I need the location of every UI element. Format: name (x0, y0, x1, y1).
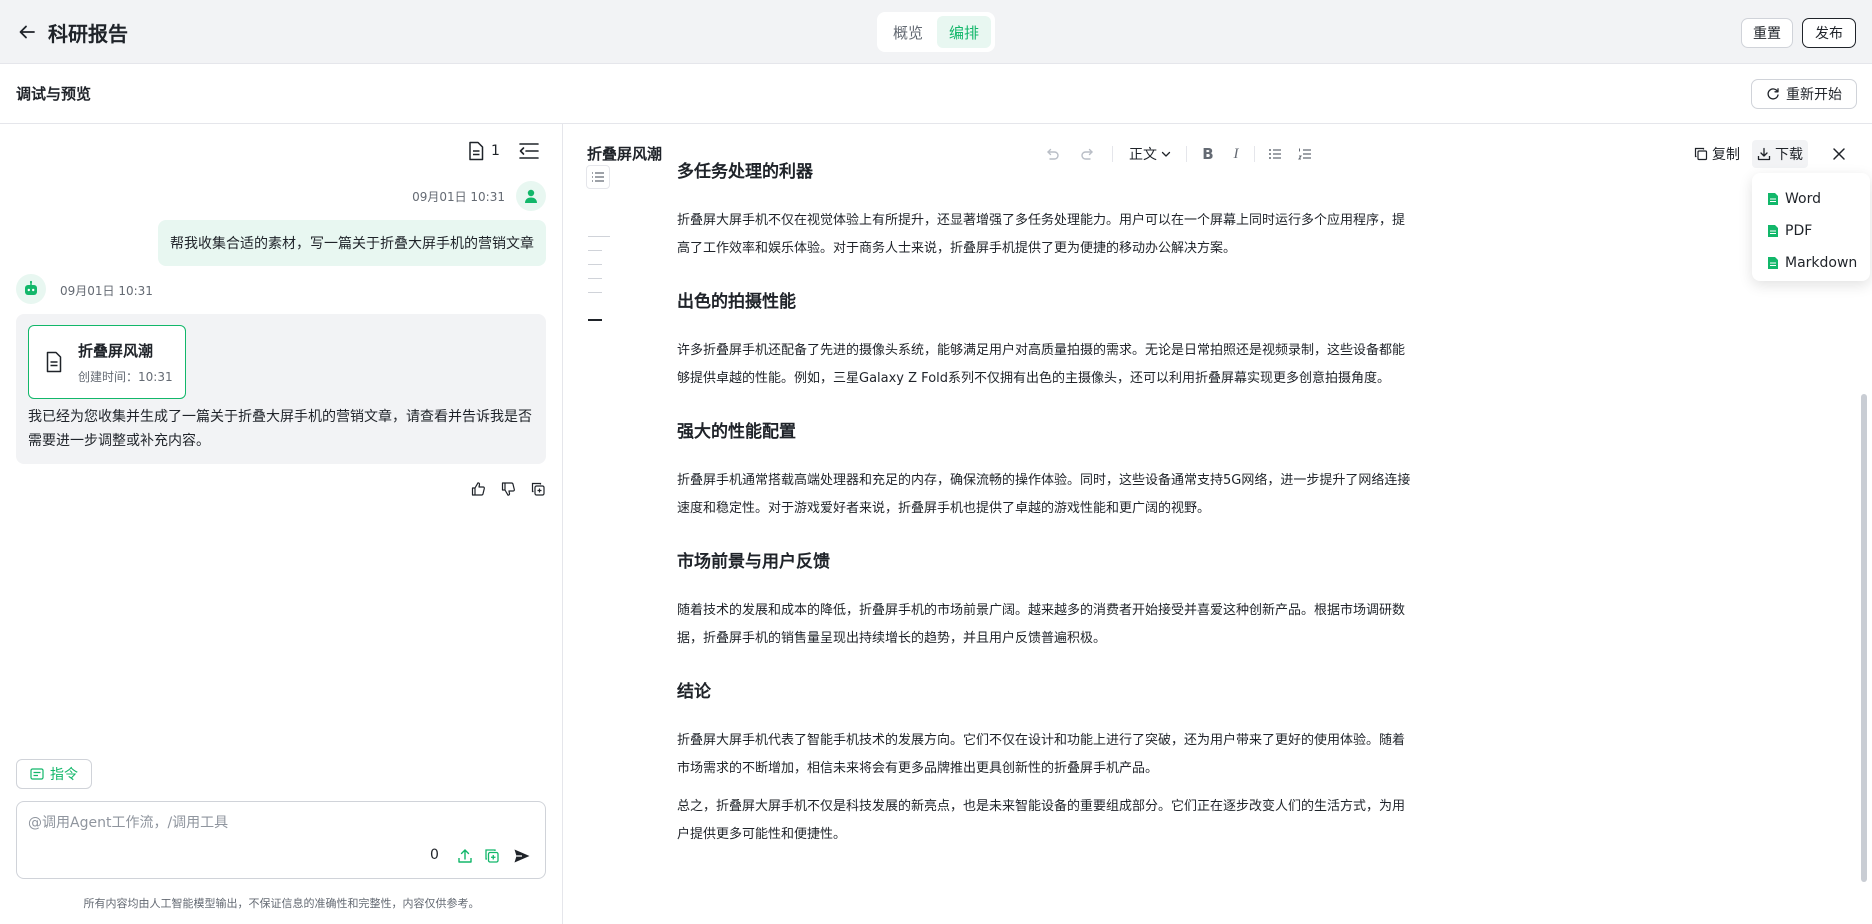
add-attachment-button[interactable] (482, 846, 502, 866)
thumbs-down-icon (501, 482, 515, 496)
bot-avatar (16, 274, 46, 304)
outline-item[interactable] (588, 278, 602, 279)
top-bar: 科研报告 概览 编排 重置 发布 (0, 0, 1872, 64)
user-avatar (516, 181, 546, 211)
bot-message: 折叠屏风潮 创建时间：10:31 我已经为您收集并生成了一篇关于折叠大屏手机的营… (16, 314, 546, 464)
reset-button[interactable]: 重置 (1741, 18, 1793, 48)
section-title: 调试与预览 (16, 85, 92, 103)
user-message: 帮我收集合适的素材，写一篇关于折叠大屏手机的营销文章 (158, 220, 546, 266)
document-icon (469, 141, 484, 161)
dislike-button[interactable] (496, 477, 520, 501)
copy-message-button[interactable] (526, 477, 550, 501)
command-icon (30, 768, 44, 780)
view-switch: 概览 编排 (877, 12, 995, 52)
section-heading: 结论 (677, 682, 711, 702)
arrow-left-icon (19, 25, 35, 39)
section-paragraph: 随着技术的发展和成本的降低，折叠屏手机的市场前景广阔。越来越多的消费者开始接受并… (677, 603, 1406, 646)
section-paragraph: 折叠屏大屏手机代表了智能手机技术的发展方向。它们不仅在设计和功能上进行了突破，还… (677, 733, 1406, 776)
download-word-label: Word (1785, 191, 1821, 207)
download-menu: Word PDF Markdown (1752, 173, 1870, 281)
download-word-option[interactable]: Word (1752, 183, 1870, 215)
outline-item[interactable] (588, 292, 602, 293)
chat-input-box: 0 (16, 801, 546, 879)
outline-toggle-button[interactable] (586, 165, 610, 189)
character-count: 0 (430, 847, 439, 863)
collapse-menu-icon (519, 143, 539, 159)
markdown-file-icon (1768, 257, 1778, 269)
restart-icon (1767, 88, 1779, 100)
close-editor-button[interactable] (1827, 142, 1851, 166)
document-editor: 折叠屏风潮 正文 B I 复制 下载 Word PDF Markdown 多任务… (564, 124, 1872, 924)
user-icon (525, 189, 537, 203)
back-button[interactable] (14, 20, 40, 44)
download-markdown-label: Markdown (1785, 255, 1858, 271)
section-heading: 出色的拍摄性能 (677, 292, 796, 312)
copy-icon (1694, 147, 1708, 161)
robot-icon (25, 280, 37, 295)
documents-button[interactable]: 1 (467, 141, 500, 161)
add-file-icon (485, 849, 499, 863)
document-card-title: 折叠屏风潮 (78, 342, 154, 360)
send-icon (514, 849, 530, 863)
section-paragraph: 折叠屏大屏手机不仅在视觉体验上有所提升，还显著增强了多任务处理能力。用户可以在一… (677, 213, 1406, 256)
document-count: 1 (491, 143, 500, 159)
copy-label: 复制 (1712, 147, 1740, 163)
upload-button[interactable] (455, 846, 475, 866)
document-card[interactable]: 折叠屏风潮 创建时间：10:31 (28, 325, 186, 399)
outline-item[interactable] (588, 264, 602, 265)
document-title: 折叠屏风潮 (587, 145, 663, 163)
app-title: 科研报告 (48, 22, 128, 46)
chat-panel: 1 09月01日 10:31 帮我收集合适的素材，写一篇关于折叠大屏手机的营销文… (0, 124, 563, 924)
section-paragraph: 许多折叠屏手机还配备了先进的摄像头系统，能够满足用户对高质量拍摄的需求。无论是日… (677, 343, 1406, 386)
tab-orchestrate[interactable]: 编排 (937, 16, 991, 48)
section-paragraph: 折叠屏手机通常搭载高端处理器和充足的内存，确保流畅的操作体验。同时，这些设备通常… (677, 473, 1411, 516)
restart-button[interactable]: 重新开始 (1751, 79, 1857, 109)
like-button[interactable] (466, 477, 490, 501)
collapse-panel-button[interactable] (518, 141, 540, 161)
word-file-icon (1768, 193, 1778, 205)
outline-item-active[interactable] (588, 319, 602, 321)
document-icon (46, 351, 62, 373)
download-button[interactable]: 下载 (1752, 140, 1808, 168)
outline-icon (592, 172, 604, 182)
copy-document-button[interactable]: 复制 (1690, 142, 1744, 166)
upload-icon (458, 849, 472, 863)
document-card-created-time: 创建时间：10:31 (78, 370, 173, 384)
close-icon (1833, 148, 1845, 160)
document-content: 多任务处理的利器 折叠屏大屏手机不仅在视觉体验上有所提升，还显著增强了多任务处理… (677, 160, 1412, 849)
download-pdf-option[interactable]: PDF (1752, 215, 1870, 247)
editor-scrollbar[interactable] (1861, 394, 1867, 882)
section-heading: 强大的性能配置 (677, 422, 796, 442)
section-paragraph: 总之，折叠屏大屏手机不仅是科技发展的新亮点，也是未来智能设备的重要组成部分。它们… (677, 799, 1406, 842)
copy-icon (531, 482, 545, 496)
pdf-file-icon (1768, 225, 1778, 237)
download-label: 下载 (1775, 147, 1803, 163)
chat-input[interactable] (28, 812, 528, 836)
tab-overview[interactable]: 概览 (881, 16, 935, 48)
outline-item[interactable] (588, 250, 602, 251)
chevron-down-icon (1161, 151, 1171, 157)
bot-message-time: 09月01日 10:31 (60, 284, 153, 298)
send-button[interactable] (512, 846, 532, 866)
command-button[interactable]: 指令 (16, 759, 92, 789)
download-icon (1757, 147, 1771, 161)
thumbs-up-icon (471, 482, 485, 496)
restart-label: 重新开始 (1786, 87, 1842, 103)
sub-header: 调试与预览 重新开始 (0, 64, 1872, 124)
command-label: 指令 (50, 767, 78, 783)
ai-disclaimer: 所有内容均由人工智能模型输出，不保证信息的准确性和完整性，内容仅供参考。 (83, 897, 480, 910)
download-markdown-option[interactable]: Markdown (1752, 247, 1870, 279)
section-heading: 市场前景与用户反馈 (677, 552, 830, 572)
outline-item[interactable] (588, 236, 610, 237)
message-actions (466, 477, 550, 501)
user-message-time: 09月01日 10:31 (412, 190, 505, 204)
download-pdf-label: PDF (1785, 223, 1813, 239)
bot-message-text: 我已经为您收集并生成了一篇关于折叠大屏手机的营销文章，请查看并告诉我是否需要进一… (28, 409, 532, 449)
publish-button[interactable]: 发布 (1802, 18, 1856, 48)
section-heading: 多任务处理的利器 (677, 162, 813, 182)
